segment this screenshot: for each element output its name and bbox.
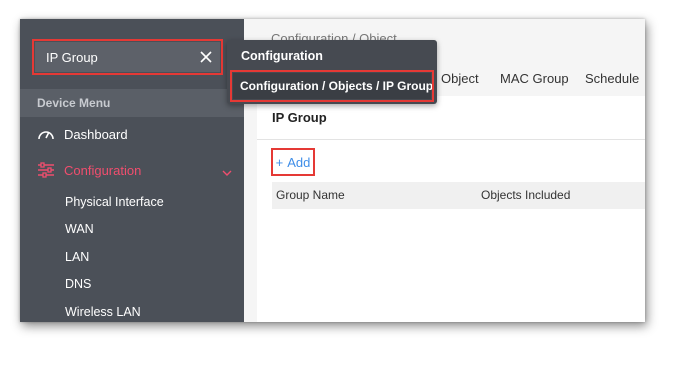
app-window: Device Menu Dashboard Configuration xyxy=(20,19,645,322)
add-button[interactable]: + Add xyxy=(271,148,315,176)
popup-category-title: Configuration xyxy=(241,49,323,63)
sliders-icon xyxy=(37,162,57,178)
search-results-popup: Configuration Configuration / Objects / … xyxy=(227,40,437,104)
card-title: IP Group xyxy=(272,110,327,125)
column-header-group-name[interactable]: Group Name xyxy=(276,182,345,209)
tab-schedule[interactable]: Schedule xyxy=(585,71,639,86)
tab-object[interactable]: Object xyxy=(441,71,479,86)
search-input[interactable] xyxy=(35,42,196,72)
column-header-objects-included[interactable]: Objects Included xyxy=(481,182,570,209)
plus-icon: + xyxy=(275,154,284,170)
sidebar-item-dashboard[interactable]: Dashboard xyxy=(20,120,244,148)
sidebar-subitem-wireless-lan[interactable]: Wireless LAN xyxy=(65,302,141,322)
sidebar-subitem-wan[interactable]: WAN xyxy=(65,219,94,239)
add-button-label: Add xyxy=(287,154,311,170)
menu-search-box[interactable] xyxy=(32,39,223,75)
sidebar-subitem-lan[interactable]: LAN xyxy=(65,247,89,267)
sidebar-subitem-physical-interface[interactable]: Physical Interface xyxy=(65,192,164,212)
ip-group-card: IP Group + Add Group Name Objects Includ… xyxy=(257,96,645,322)
divider xyxy=(257,139,645,140)
sidebar: Device Menu Dashboard Configuration xyxy=(20,19,244,322)
tab-mac-group[interactable]: MAC Group xyxy=(500,71,569,86)
sidebar-item-configuration[interactable]: Configuration xyxy=(20,156,244,184)
close-icon[interactable] xyxy=(198,49,214,65)
sidebar-subitem-dns[interactable]: DNS xyxy=(65,274,91,294)
search-result-item[interactable]: Configuration / Objects / IP Group xyxy=(230,70,434,102)
sidebar-item-label: Configuration xyxy=(64,162,142,178)
chevron-down-icon xyxy=(222,165,232,180)
table-header: Group Name Objects Included xyxy=(272,182,645,209)
device-menu-header: Device Menu xyxy=(20,89,244,117)
dashboard-gauge-icon xyxy=(37,126,57,142)
sidebar-item-label: Dashboard xyxy=(64,126,128,142)
